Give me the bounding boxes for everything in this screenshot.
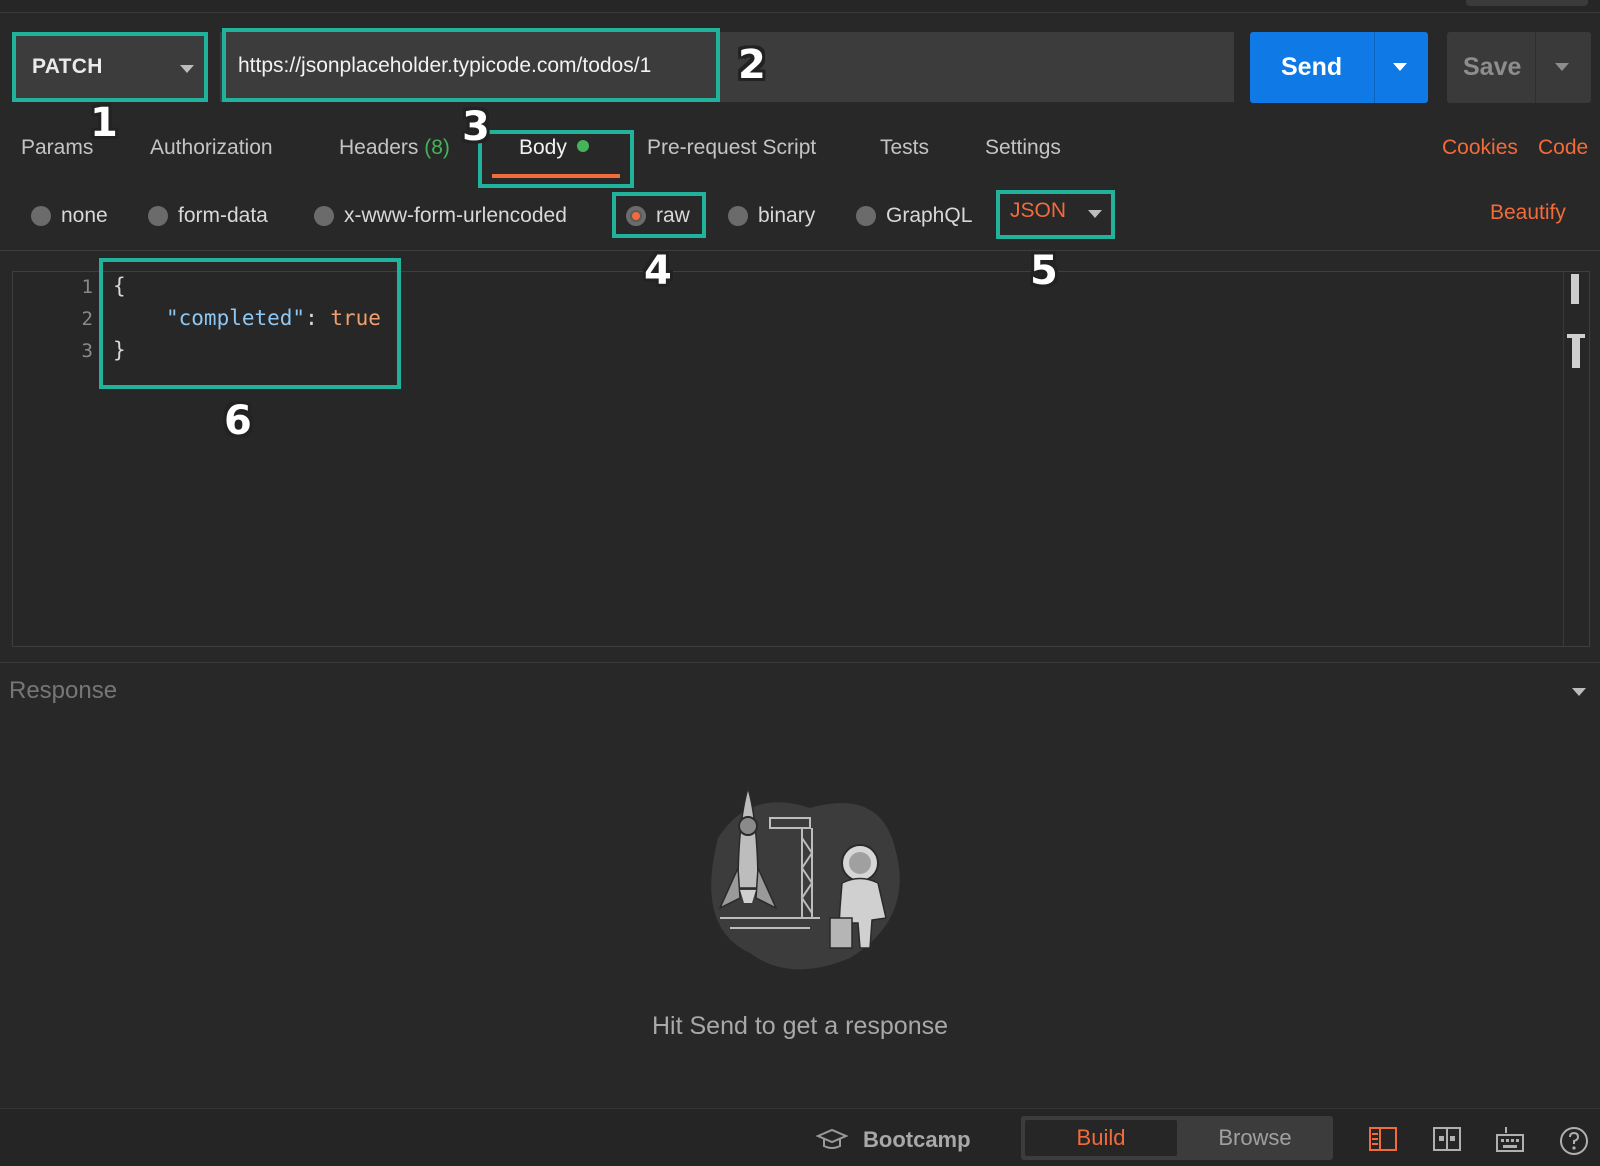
radio-label: binary <box>758 204 816 227</box>
editor-scrollbar-track <box>1563 272 1564 646</box>
radio-label: GraphQL <box>886 204 973 227</box>
annotation-badge-3: 3 <box>462 104 490 150</box>
two-pane-view-icon[interactable] <box>1432 1125 1462 1153</box>
rocket-astronaut-illustration-icon <box>711 785 900 970</box>
annotation-badge-4: 4 <box>644 248 672 294</box>
radio-circle <box>314 206 334 226</box>
annotation-box-json <box>996 190 1115 239</box>
annotation-badge-6: 6 <box>224 398 252 444</box>
send-options-chevron-down-icon[interactable] <box>1393 63 1407 71</box>
line-number: 2 <box>81 308 93 330</box>
send-button[interactable]: Send <box>1250 32 1428 103</box>
status-bar <box>0 1108 1600 1166</box>
save-divider <box>1535 32 1536 103</box>
window-top-tab <box>1466 0 1588 6</box>
radio-binary[interactable]: binary <box>728 203 815 229</box>
send-label: Send <box>1281 53 1343 81</box>
save-button[interactable]: Save <box>1447 32 1591 103</box>
editor-scroll-marker <box>1572 334 1580 368</box>
help-icon[interactable] <box>1558 1125 1590 1157</box>
tab-pre-request-script[interactable]: Pre-request Script <box>647 136 816 160</box>
tab-headers-count: (8) <box>424 136 450 159</box>
annotation-badge-2: 2 <box>738 42 766 88</box>
graduation-cap-icon <box>816 1128 848 1149</box>
annotation-box-method <box>12 32 208 102</box>
tab-tests[interactable]: Tests <box>880 136 929 160</box>
annotation-badge-5: 5 <box>1030 248 1058 294</box>
radio-label: form-data <box>178 204 268 227</box>
annotation-box-raw <box>612 192 706 238</box>
annotation-box-body-tab <box>478 130 634 188</box>
annotation-box-url <box>222 28 720 102</box>
radio-circle <box>856 206 876 226</box>
send-divider <box>1374 32 1375 103</box>
divider <box>0 250 1600 251</box>
tab-headers-label: Headers <box>339 136 419 159</box>
cookies-link[interactable]: Cookies <box>1442 136 1518 160</box>
sidebar-toggle-icon[interactable] <box>1368 1125 1398 1153</box>
tab-headers[interactable]: Headers (8) <box>339 136 450 160</box>
radio-label: x-www-form-urlencoded <box>344 204 567 227</box>
line-number: 1 <box>81 276 93 298</box>
response-title: Response <box>9 677 118 704</box>
beautify-link[interactable]: Beautify <box>1490 201 1566 225</box>
build-browse-toggle[interactable]: Build Browse <box>1021 1116 1333 1160</box>
editor-scrollbar-thumb[interactable] <box>1571 274 1579 304</box>
tab-authorization[interactable]: Authorization <box>150 136 273 160</box>
build-toggle-option[interactable]: Build <box>1025 1120 1177 1156</box>
browse-toggle-option[interactable]: Browse <box>1181 1120 1329 1156</box>
save-label: Save <box>1463 53 1522 81</box>
radio-circle <box>31 206 51 226</box>
code-link[interactable]: Code <box>1538 136 1588 160</box>
bootcamp-link[interactable]: Bootcamp <box>863 1127 971 1153</box>
radio-form-data[interactable]: form-data <box>148 203 268 229</box>
radio-graphql[interactable]: GraphQL <box>856 203 972 229</box>
annotation-badge-1: 1 <box>90 100 118 146</box>
radio-urlencoded[interactable]: x-www-form-urlencoded <box>314 203 567 229</box>
save-options-chevron-down-icon[interactable] <box>1555 63 1569 71</box>
radio-label: none <box>61 204 108 227</box>
response-divider <box>0 662 1600 663</box>
line-number: 3 <box>81 340 93 362</box>
radio-none[interactable]: none <box>31 203 108 229</box>
radio-circle <box>728 206 748 226</box>
window-top-edge <box>0 0 1600 13</box>
tab-settings[interactable]: Settings <box>985 136 1061 160</box>
tab-params[interactable]: Params <box>21 136 93 160</box>
response-empty-message: Hit Send to get a response <box>651 1012 949 1040</box>
keyboard-shortcuts-icon[interactable] <box>1494 1125 1526 1155</box>
radio-circle <box>148 206 168 226</box>
annotation-box-editor-content <box>99 258 401 389</box>
response-collapse-chevron-icon[interactable] <box>1572 688 1586 696</box>
